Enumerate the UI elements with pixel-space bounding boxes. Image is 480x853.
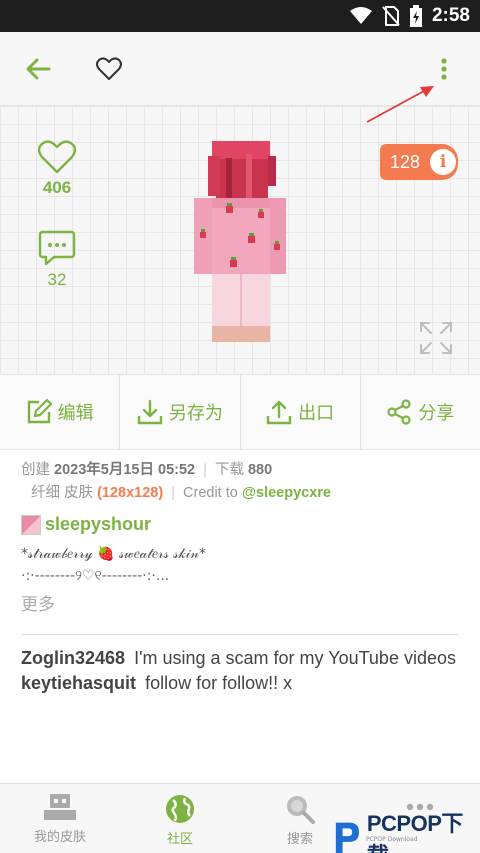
description-line-1: *𝓈𝓉𝓇𝒶𝓌𝒷𝑒𝓇𝓇𝓎 🍓 𝓈𝓌𝑒𝒶𝓉𝑒𝓇𝓈 𝓈𝓀𝒾𝓃* [21, 546, 206, 562]
comment-stat[interactable]: 32 [17, 230, 97, 290]
description-line-2: ·:·--------୨♡୧--------·:·... [21, 568, 170, 584]
share-icon [387, 399, 411, 425]
tab-community-label: 社区 [166, 832, 193, 847]
edit-label: 编辑 [57, 403, 94, 424]
tab-my-skins-label: 我的皮肤 [33, 830, 86, 845]
meta-separator: | [203, 462, 207, 478]
like-stat[interactable]: 406 [17, 140, 97, 198]
watermark-sub: PCPOP Download [366, 836, 418, 843]
info-icon: i [430, 149, 457, 175]
tab-search-label: 搜索 [286, 832, 313, 847]
save-as-label: 另存为 [168, 403, 223, 424]
export-button[interactable]: 出口 [241, 375, 361, 449]
created-date: 2023年5月15日 05:52 [54, 462, 196, 478]
author-avatar[interactable] [21, 514, 41, 535]
downloads-count: 880 [247, 462, 273, 478]
meta-separator: | [171, 485, 175, 501]
tab-my-skins[interactable]: 我的皮肤 [0, 784, 120, 853]
fullscreen-icon[interactable] [418, 320, 454, 356]
more-link[interactable]: 更多 [21, 590, 55, 615]
comment-text: follow for follow!! x [145, 673, 293, 693]
created-label: 创建 [21, 462, 50, 478]
watermark: PCPOP下载 PCPOP Download [332, 806, 480, 853]
like-count: 406 [42, 178, 72, 197]
search-icon [287, 796, 315, 824]
comment-count: 32 [47, 270, 67, 289]
export-label: 出口 [298, 403, 335, 424]
share-button[interactable]: 分享 [361, 375, 480, 449]
my-skins-icon [44, 794, 76, 820]
skin-viewer[interactable]: 406 32 128 i [0, 106, 480, 374]
skin-model[interactable] [186, 136, 290, 346]
resolution-badge[interactable]: 128 i [380, 144, 458, 180]
skin-meta: 创建 2023年5月15日 05:52 | 下载 880 纤细 皮肤 (128x… [21, 459, 461, 505]
skin-type: 纤细 皮肤 [31, 485, 94, 501]
comment-item[interactable]: keytiehasquit follow for follow!! x [21, 672, 461, 695]
annotation-arrow [366, 86, 434, 123]
share-label: 分享 [418, 403, 455, 424]
watermark-brand: PCPOP下载 [366, 811, 464, 853]
tab-community[interactable]: 社区 [120, 784, 240, 853]
credit-user-link[interactable]: @sleepycxre [242, 485, 331, 501]
comment-user[interactable]: Zoglin32468 [21, 648, 125, 668]
skin-resolution: (128x128) [97, 485, 164, 501]
resolution-badge-label: 128 [390, 151, 421, 172]
comment-user[interactable]: keytiehasquit [21, 673, 136, 693]
meta-line-2: 纤细 皮肤 (128x128) | Credit to @sleepycxre [21, 482, 461, 505]
meta-line-1: 创建 2023年5月15日 05:52 | 下载 880 [21, 459, 461, 482]
download-icon [137, 399, 163, 425]
heart-icon [37, 140, 77, 174]
credit-label: Credit to [183, 485, 238, 501]
downloads-label: 下载 [214, 462, 244, 478]
comment-icon [38, 230, 76, 266]
edit-icon [27, 399, 52, 424]
edit-button[interactable]: 编辑 [0, 375, 121, 449]
upload-icon [266, 400, 292, 425]
action-bar: 编辑 另存为 出口 分享 [0, 374, 480, 450]
comment-text: I'm using a scam for my YouTube videos [134, 648, 456, 668]
globe-icon [166, 795, 194, 823]
save-as-button[interactable]: 另存为 [120, 375, 241, 449]
author-row[interactable]: sleepyshour [21, 514, 151, 535]
watermark-logo-icon [335, 822, 359, 853]
comment-list: Zoglin32468 I'm using a scam for my YouT… [21, 647, 461, 697]
divider [21, 634, 459, 635]
author-name[interactable]: sleepyshour [45, 514, 151, 535]
comment-item[interactable]: Zoglin32468 I'm using a scam for my YouT… [21, 647, 461, 670]
